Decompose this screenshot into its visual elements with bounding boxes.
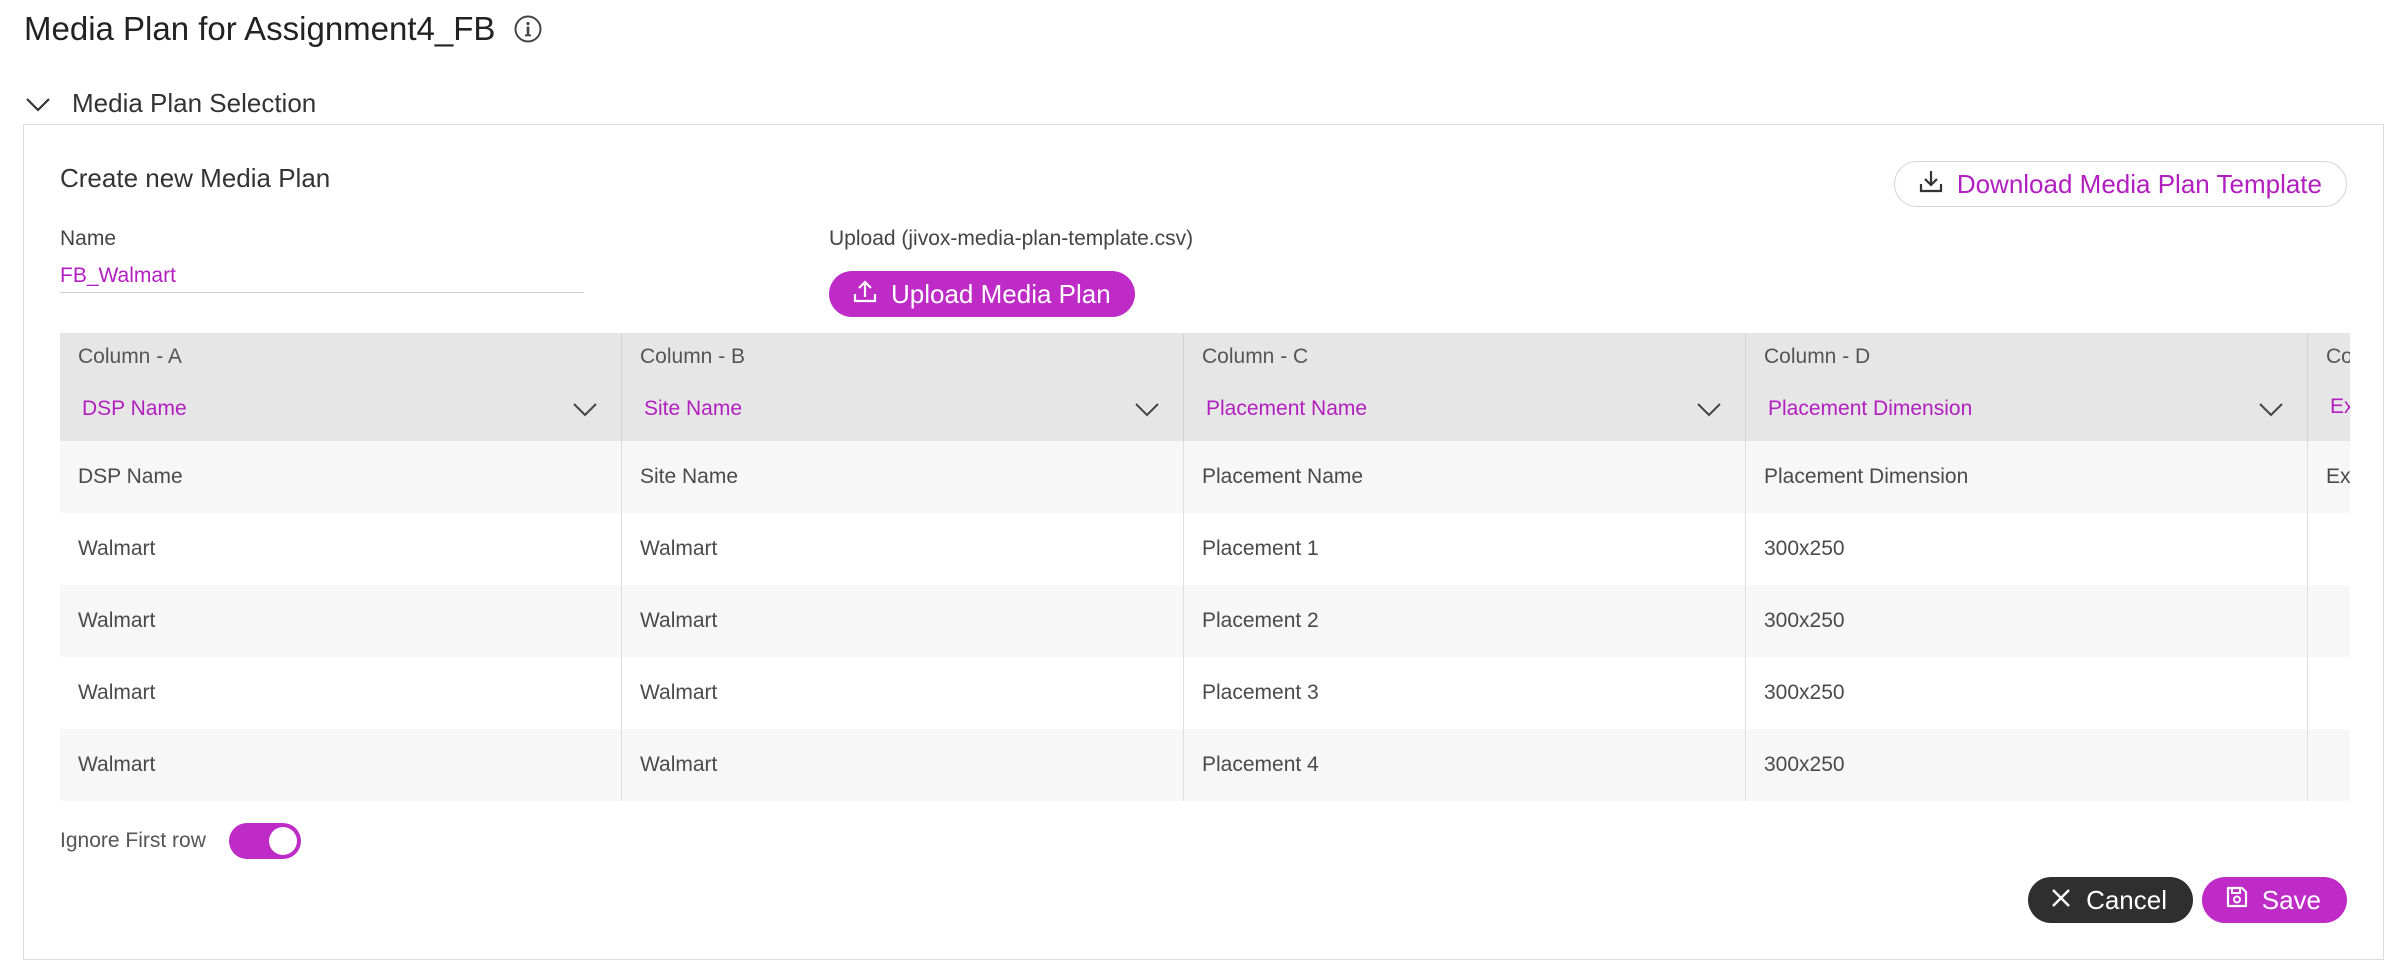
header-column-b: Column - B Site Name bbox=[622, 333, 1184, 441]
download-template-button[interactable]: Download Media Plan Template bbox=[1893, 161, 2347, 207]
table-cell bbox=[2308, 585, 2350, 657]
column-label: Co bbox=[2326, 345, 2350, 368]
column-e-select[interactable]: Ex bbox=[2330, 395, 2350, 419]
chevron-down-icon bbox=[1697, 403, 1721, 417]
save-label: Save bbox=[2261, 884, 2321, 915]
header-column-e: Co Ex bbox=[2308, 333, 2350, 441]
chevron-down-icon bbox=[2259, 403, 2283, 417]
column-a-select[interactable]: DSP Name bbox=[82, 395, 599, 423]
table-cell bbox=[2308, 657, 2350, 729]
table-cell: DSP Name bbox=[60, 441, 622, 513]
cancel-label: Cancel bbox=[2086, 884, 2167, 915]
column-label: Column - C bbox=[1202, 345, 1309, 368]
ignore-first-row-toggle[interactable] bbox=[229, 823, 301, 859]
page-title: Media Plan for Assignment4_FB bbox=[24, 10, 543, 48]
chevron-down-icon bbox=[24, 90, 52, 118]
table-cell: Placement Dimension bbox=[1746, 441, 2308, 513]
create-media-plan-title: Create new Media Plan bbox=[60, 163, 331, 193]
media-plan-selection-toggle[interactable]: Media Plan Selection bbox=[24, 88, 316, 119]
column-b-select[interactable]: Site Name bbox=[644, 395, 1161, 423]
info-icon[interactable] bbox=[513, 14, 543, 44]
cancel-button[interactable]: Cancel bbox=[2028, 877, 2193, 923]
table-header-row: Column - A DSP Name Column - B Site Name bbox=[60, 333, 2350, 441]
section-label: Media Plan Selection bbox=[72, 88, 317, 118]
table-cell: Walmart bbox=[60, 657, 622, 729]
table-cell: Placement 2 bbox=[1184, 585, 1746, 657]
upload-label: Upload (jivox-media-plan-template.csv) bbox=[829, 227, 1194, 250]
save-button[interactable]: Save bbox=[2201, 877, 2347, 923]
table-cell: Placement 1 bbox=[1184, 513, 1746, 585]
table-cell bbox=[2308, 513, 2350, 585]
table-cell: Placement 3 bbox=[1184, 657, 1746, 729]
table-cell: Walmart bbox=[622, 585, 1184, 657]
table-cell: Walmart bbox=[60, 513, 622, 585]
table-cell: Walmart bbox=[60, 585, 622, 657]
media-plan-panel: Create new Media Plan Download Media Pla… bbox=[23, 124, 2384, 960]
ignore-first-row-label: Ignore First row bbox=[60, 829, 206, 852]
close-icon bbox=[2050, 885, 2072, 916]
column-select-value: Placement Name bbox=[1206, 397, 1368, 420]
table-cell: Walmart bbox=[622, 657, 1184, 729]
column-c-select[interactable]: Placement Name bbox=[1206, 395, 1723, 423]
name-input[interactable] bbox=[60, 259, 584, 293]
chevron-down-icon bbox=[573, 403, 597, 417]
column-select-value: DSP Name bbox=[82, 397, 187, 420]
column-label: Column - B bbox=[640, 345, 746, 368]
table-cell: Walmart bbox=[622, 729, 1184, 801]
table-cell: Walmart bbox=[622, 513, 1184, 585]
table-grid: Column - A DSP Name Column - B Site Name bbox=[60, 333, 2350, 801]
upload-media-plan-button[interactable]: Upload Media Plan bbox=[829, 271, 1135, 317]
table-cell: Placement Name bbox=[1184, 441, 1746, 513]
column-select-value: Placement Dimension bbox=[1768, 397, 1973, 420]
table-cell: Ext bbox=[2326, 465, 2350, 488]
download-icon bbox=[1917, 167, 1945, 202]
media-plan-table[interactable]: Column - A DSP Name Column - B Site Name bbox=[60, 333, 2350, 805]
header-column-c: Column - C Placement Name bbox=[1184, 333, 1746, 441]
column-label: Column - A bbox=[78, 345, 182, 368]
page-title-text: Media Plan for Assignment4_FB bbox=[24, 10, 496, 47]
column-select-value: Site Name bbox=[644, 397, 743, 420]
toggle-knob bbox=[269, 827, 297, 855]
table-row: Walmart Walmart Placement 3 300x250 bbox=[60, 657, 2350, 729]
save-icon bbox=[2224, 884, 2250, 917]
upload-icon bbox=[851, 277, 879, 312]
table-row: DSP Name Site Name Placement Name Placem… bbox=[60, 441, 2350, 513]
table-row: Walmart Walmart Placement 1 300x250 bbox=[60, 513, 2350, 585]
table-cell: Placement 4 bbox=[1184, 729, 1746, 801]
column-label: Column - D bbox=[1764, 345, 1871, 368]
header-column-a: Column - A DSP Name bbox=[60, 333, 622, 441]
download-template-label: Download Media Plan Template bbox=[1956, 168, 2322, 199]
table-cell: 300x250 bbox=[1746, 729, 2308, 801]
table-row: Walmart Walmart Placement 2 300x250 bbox=[60, 585, 2350, 657]
table-cell bbox=[2308, 729, 2350, 801]
table-cell: 300x250 bbox=[1746, 657, 2308, 729]
chevron-down-icon bbox=[1135, 403, 1159, 417]
upload-media-plan-label: Upload Media Plan bbox=[891, 278, 1111, 309]
table-cell: Walmart bbox=[60, 729, 622, 801]
name-label: Name bbox=[60, 227, 117, 250]
table-cell: 300x250 bbox=[1746, 513, 2308, 585]
table-cell: Site Name bbox=[622, 441, 1184, 513]
header-column-d: Column - D Placement Dimension bbox=[1746, 333, 2308, 441]
column-d-select[interactable]: Placement Dimension bbox=[1768, 395, 2285, 423]
table-cell: 300x250 bbox=[1746, 585, 2308, 657]
column-select-value: Ex bbox=[2330, 395, 2350, 418]
media-plan-page: Media Plan for Assignment4_FB Media Plan… bbox=[0, 0, 2392, 968]
table-row: Walmart Walmart Placement 4 300x250 bbox=[60, 729, 2350, 801]
